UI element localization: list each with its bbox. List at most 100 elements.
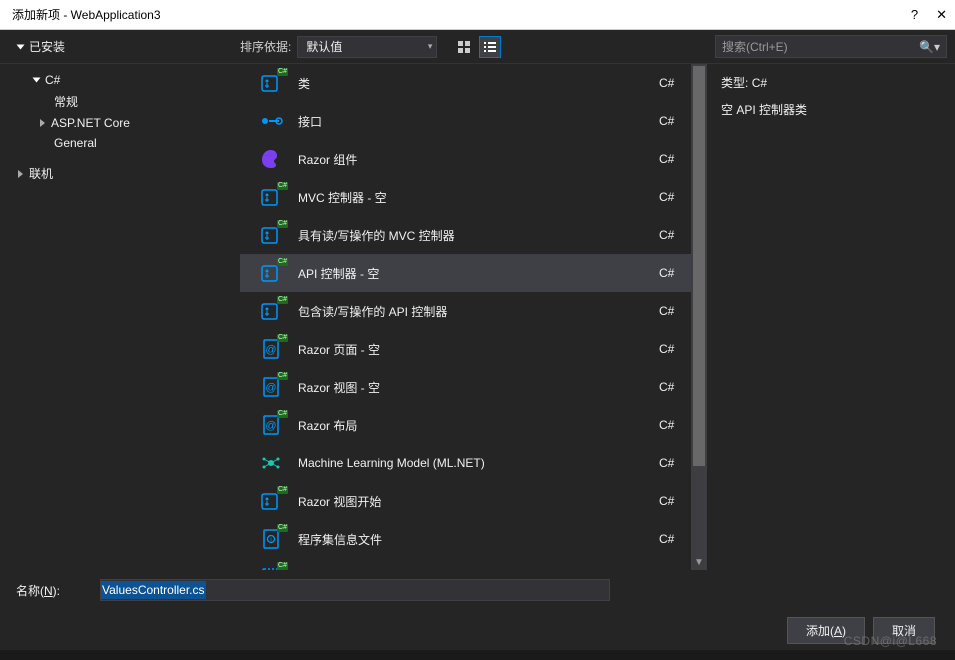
tree-label: C# (45, 73, 60, 87)
template-lang: C# (659, 266, 689, 280)
tree-node-aspnetcore[interactable]: ASP.NET Core (0, 113, 240, 133)
template-label: MVC 控制器 - 空 (298, 189, 645, 206)
installed-label: 已安装 (29, 38, 65, 55)
cancel-button[interactable]: 取消 (873, 617, 935, 644)
detail-pane: 类型: C# 空 API 控制器类 (707, 64, 955, 570)
svg-text:i: i (270, 538, 271, 544)
view-grid-icon[interactable] (453, 36, 475, 58)
template-lang: C# (659, 494, 689, 508)
installed-header[interactable]: 已安装 (0, 38, 240, 55)
template-label: API 控制器 - 空 (298, 265, 645, 282)
template-item[interactable]: iC#程序集信息文件C# (240, 520, 707, 558)
template-label: Razor 视图 - 空 (298, 379, 645, 396)
template-item[interactable]: @C# Razor 布局 C# (240, 406, 707, 444)
close-button[interactable]: ✕ (936, 7, 947, 23)
template-icon (258, 450, 284, 476)
chevron-right-icon (40, 119, 45, 127)
template-label: 接口 (298, 113, 645, 130)
name-input[interactable]: ValuesController.cs (100, 579, 610, 601)
template-item[interactable]: 接口 C# (240, 102, 707, 140)
template-item[interactable]: Machine Learning Model (ML.NET)C# (240, 444, 707, 482)
tree-label: ASP.NET Core (51, 116, 130, 130)
template-label: Razor 视图开始 (298, 493, 645, 510)
search-box[interactable]: 🔍▾ (715, 35, 947, 58)
name-row: 名称(N): ValuesController.cs (0, 570, 955, 610)
template-lang: C# (659, 76, 689, 90)
template-icon: @C# (258, 374, 284, 400)
chevron-right-icon (18, 170, 23, 178)
toolbar: 已安装 排序依据: 默认值 ▾ 🔍▾ (0, 30, 955, 64)
template-icon: @C# (258, 412, 284, 438)
template-lang: C# (659, 228, 689, 242)
detail-type-row: 类型: C# (721, 74, 941, 91)
template-icon: C# (258, 70, 284, 96)
template-icon (258, 108, 284, 134)
search-area: 🔍▾ (707, 35, 955, 58)
template-icon: @C# (258, 336, 284, 362)
tree-node-general-en[interactable]: General (0, 133, 240, 153)
name-value: ValuesController.cs (101, 581, 206, 599)
template-label: Razor 页面 - 空 (298, 341, 645, 358)
sort-value: 默认值 (306, 38, 342, 55)
svg-text:@: @ (265, 344, 276, 356)
template-icon: iC# (258, 526, 284, 552)
tree-node-online[interactable]: 联机 (0, 153, 240, 185)
titlebar: 添加新项 - WebApplication3 ? ✕ (0, 0, 955, 30)
template-item[interactable]: C# 包含读/写操作的 API 控制器 C# (240, 292, 707, 330)
tree-label: 联机 (29, 165, 53, 182)
template-icon: C# (258, 260, 284, 286)
tree-node-general[interactable]: 常规 (0, 90, 240, 113)
search-input[interactable] (722, 40, 919, 54)
template-lang: C# (659, 152, 689, 166)
detail-type-label: 类型: (721, 76, 748, 90)
template-label: Razor 布局 (298, 417, 645, 434)
template-icon: C# (258, 184, 284, 210)
search-icon[interactable]: 🔍▾ (919, 40, 940, 54)
add-button[interactable]: 添加(A) (787, 617, 865, 644)
scrollbar-down-icon[interactable]: ▼ (691, 554, 707, 570)
template-label: 代码文件 (298, 569, 645, 571)
view-mode-group (453, 36, 501, 58)
window-title: 添加新项 - WebApplication3 (12, 6, 161, 23)
scrollbar-thumb[interactable] (693, 66, 705, 466)
template-icon: C# (258, 564, 284, 570)
sort-area: 排序依据: 默认值 ▾ (240, 36, 707, 58)
template-item[interactable]: C# API 控制器 - 空 C# (240, 254, 707, 292)
template-scroll[interactable]: C#类C#接口C#Razor 组件C#C#MVC 控制器 - 空C#C#具有读/… (240, 64, 707, 570)
template-lang: C# (659, 380, 689, 394)
sort-combo[interactable]: 默认值 ▾ (297, 36, 437, 58)
titlebar-controls: ? ✕ (911, 7, 947, 23)
template-item[interactable]: @C# Razor 视图 - 空 C# (240, 368, 707, 406)
template-label: Razor 组件 (298, 151, 645, 168)
template-lang: C# (659, 190, 689, 204)
template-icon: C# (258, 298, 284, 324)
tree-node-csharp[interactable]: C# (0, 70, 240, 90)
tree-label: 常规 (54, 93, 78, 110)
template-lang: C# (659, 114, 689, 128)
sort-label: 排序依据: (240, 38, 291, 55)
template-item[interactable]: C# MVC 控制器 - 空 C# (240, 178, 707, 216)
chevron-down-icon: ▾ (428, 41, 433, 52)
template-label: 包含读/写操作的 API 控制器 (298, 303, 645, 320)
template-list: C#类C#接口C#Razor 组件C#C#MVC 控制器 - 空C#C#具有读/… (240, 64, 707, 570)
template-item[interactable]: C#具有读/写操作的 MVC 控制器C# (240, 216, 707, 254)
template-icon: C# (258, 488, 284, 514)
template-lang: C# (659, 342, 689, 356)
main-area: C# 常规 ASP.NET Core General 联机 C#类C#接口C#R… (0, 64, 955, 570)
chevron-down-icon (33, 78, 41, 83)
template-item[interactable]: Razor 组件 C# (240, 140, 707, 178)
scrollbar[interactable]: ▼ (691, 64, 707, 570)
template-lang: C# (659, 304, 689, 318)
template-lang: C# (659, 532, 689, 546)
view-list-icon[interactable] (479, 36, 501, 58)
template-item[interactable]: C#代码文件C# (240, 558, 707, 570)
template-lang: C# (659, 418, 689, 432)
template-item[interactable]: C# Razor 视图开始 C# (240, 482, 707, 520)
template-item[interactable]: C#类C# (240, 64, 707, 102)
template-label: Machine Learning Model (ML.NET) (298, 456, 645, 470)
detail-description: 空 API 控制器类 (721, 101, 941, 118)
svg-text:@: @ (265, 420, 276, 432)
tree-label: General (54, 136, 97, 150)
help-button[interactable]: ? (911, 7, 918, 22)
template-item[interactable]: @C# Razor 页面 - 空 C# (240, 330, 707, 368)
